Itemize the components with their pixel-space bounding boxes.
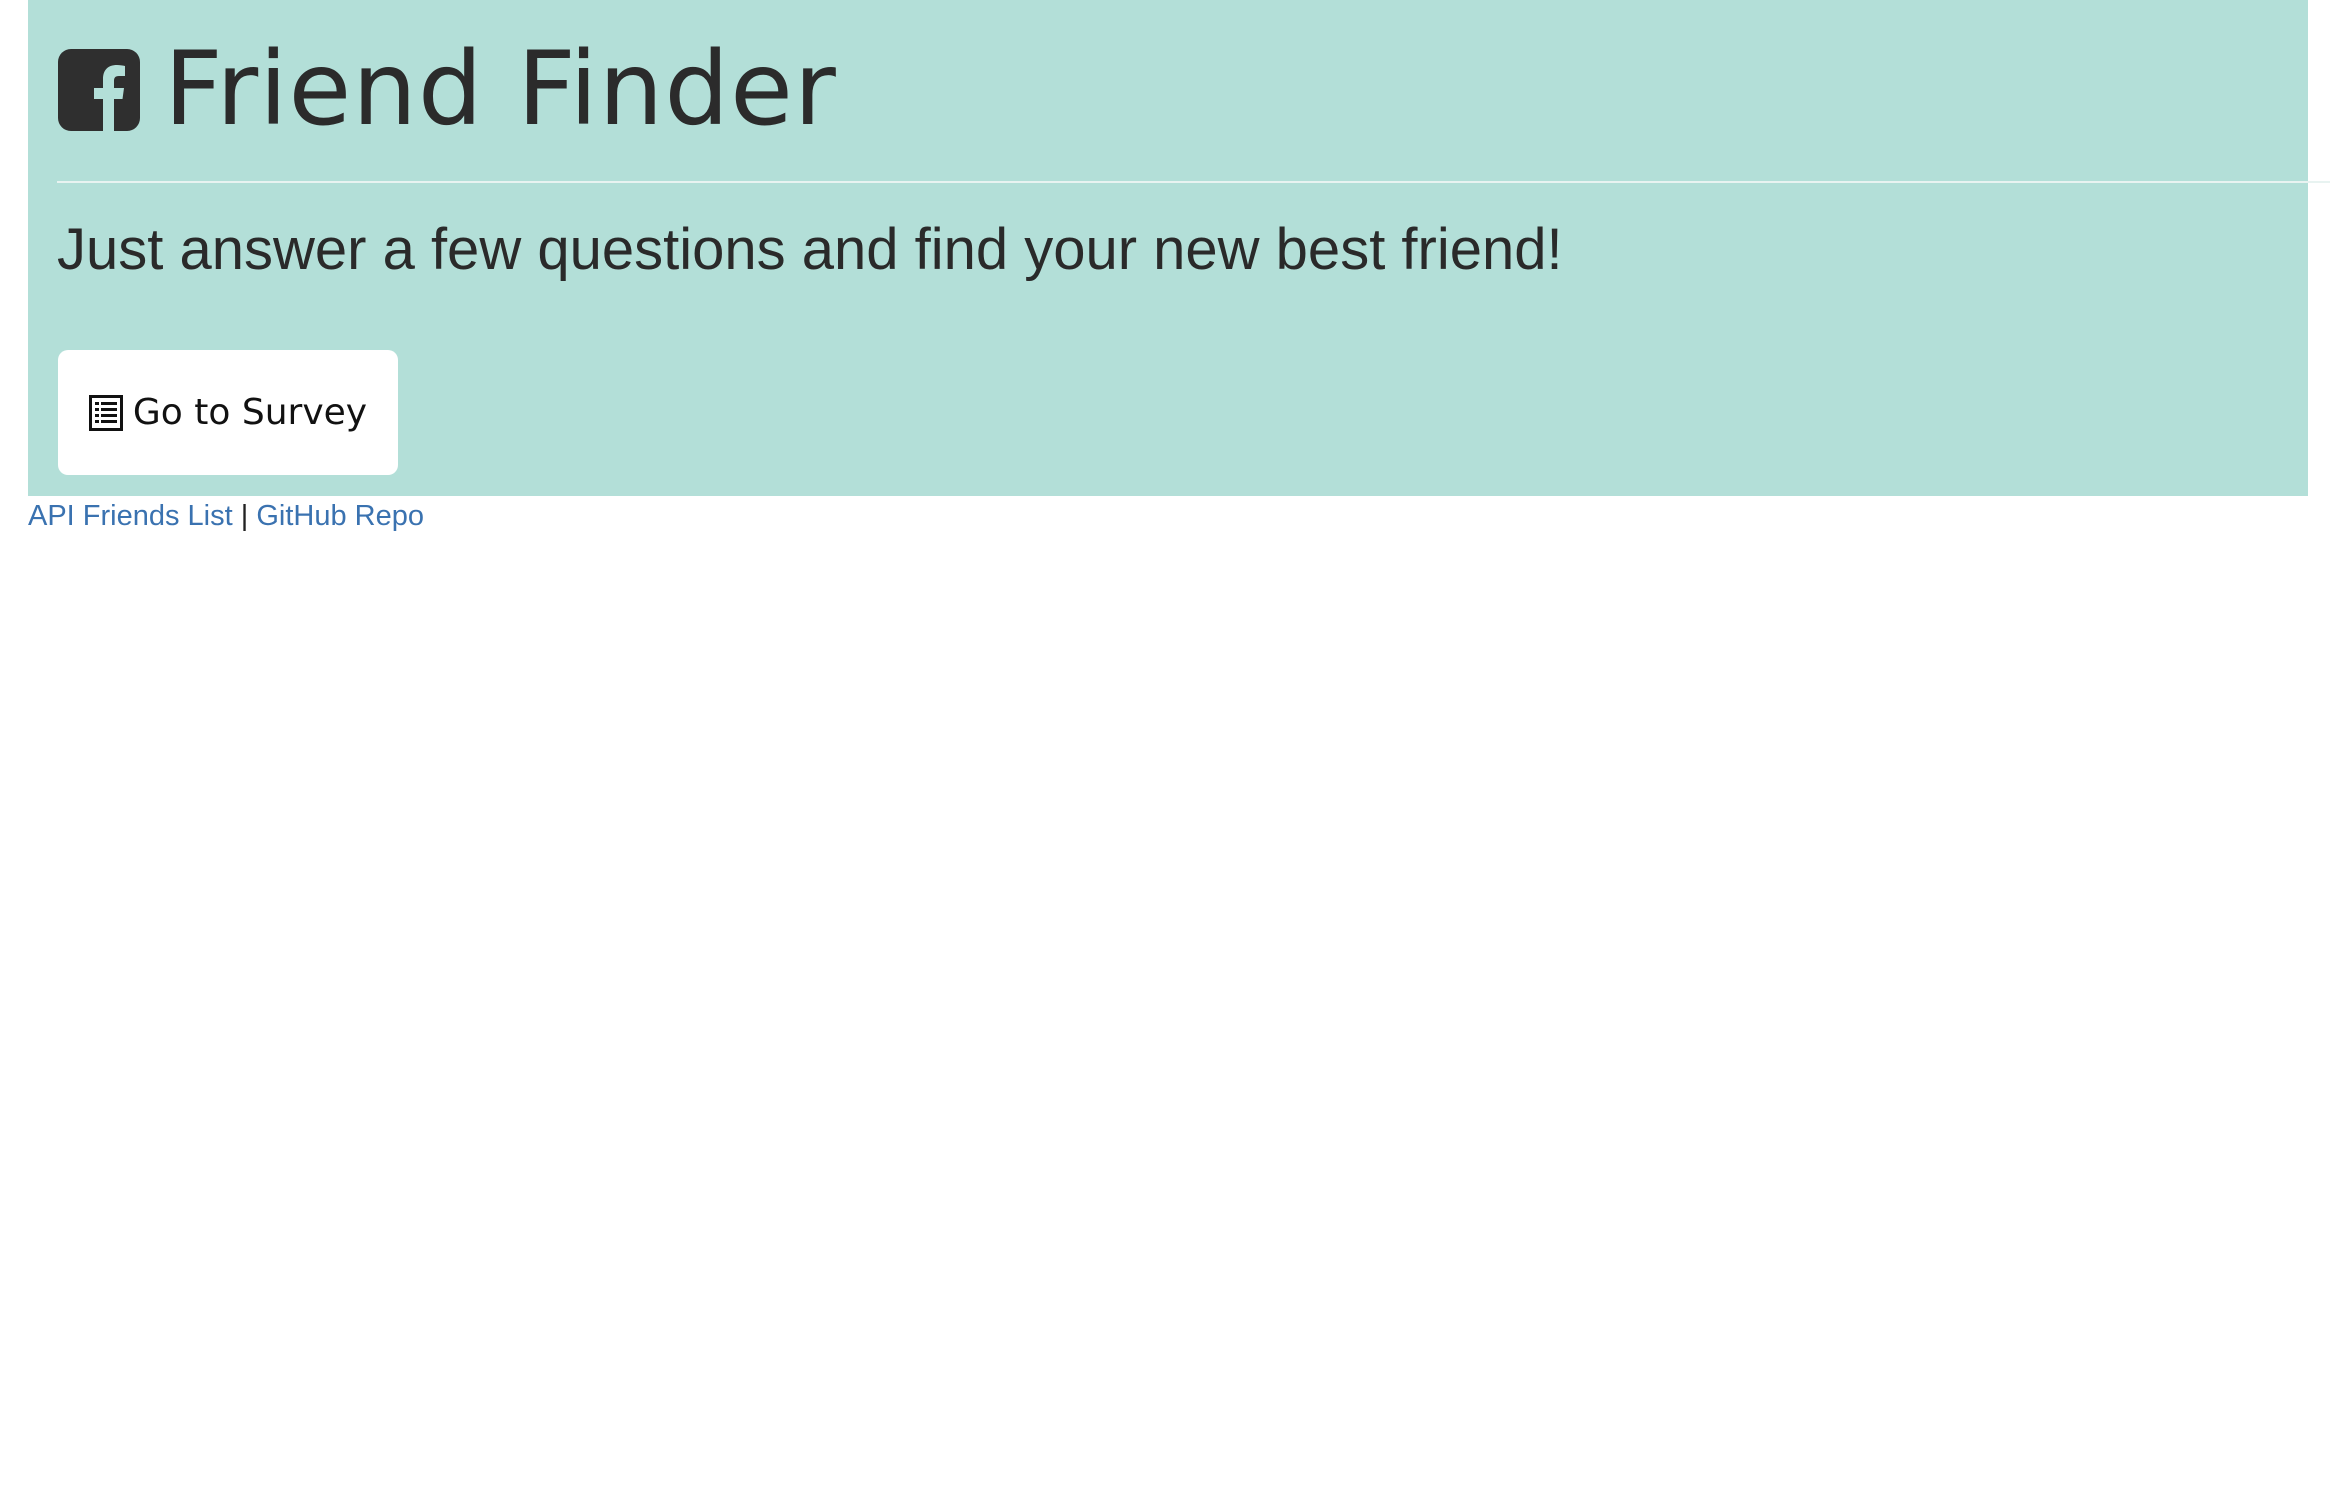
api-friends-list-link[interactable]: API Friends List	[28, 500, 233, 532]
divider	[57, 181, 2330, 183]
tagline: Just answer a few questions and find you…	[57, 217, 1563, 282]
footer-links: API Friends List | GitHub Repo	[28, 498, 424, 534]
page-title: Friend Finder	[164, 30, 837, 149]
github-repo-link[interactable]: GitHub Repo	[256, 500, 424, 532]
list-alt-icon	[88, 394, 123, 431]
go-to-survey-label: Go to Survey	[132, 392, 368, 433]
facebook-square-icon	[58, 49, 140, 131]
brand-row: Friend Finder	[58, 20, 837, 160]
link-separator: |	[240, 500, 249, 532]
page: Friend Finder Just answer a few question…	[0, 0, 2330, 1500]
go-to-survey-button[interactable]: Go to Survey	[58, 350, 398, 475]
